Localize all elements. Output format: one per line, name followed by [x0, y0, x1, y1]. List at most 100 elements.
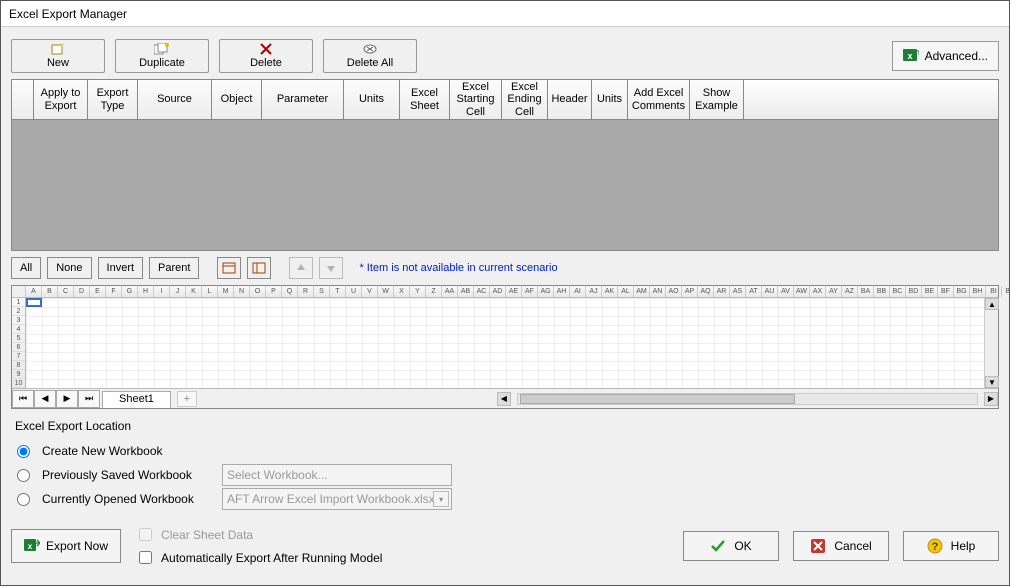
sheet-col-letter[interactable]: Y [410, 286, 426, 297]
sheet-row-number[interactable]: 2 [12, 307, 25, 316]
filter-all-button[interactable]: All [11, 257, 41, 279]
auto-export-checkbox[interactable] [139, 551, 152, 564]
grid-col-header[interactable]: Excel Sheet [400, 80, 450, 119]
new-button[interactable]: New [11, 39, 105, 73]
scroll-down-icon[interactable]: ▼ [985, 376, 999, 388]
sheet-tab-active[interactable]: Sheet1 [102, 391, 171, 408]
sheet-horizontal-scrollbar[interactable] [517, 393, 978, 405]
sheet-col-letter[interactable]: T [330, 286, 346, 297]
sheet-col-letter[interactable]: W [378, 286, 394, 297]
grid-col-header[interactable]: Excel Ending Cell [502, 80, 548, 119]
sheet-col-letter[interactable]: U [346, 286, 362, 297]
sheet-col-letter[interactable]: AT [746, 286, 762, 297]
sheet-row-number[interactable]: 8 [12, 361, 25, 370]
add-sheet-button[interactable]: + [177, 391, 197, 407]
sheet-col-letter[interactable]: G [122, 286, 138, 297]
sheet-nav-next[interactable]: ▶ [56, 390, 78, 408]
sheet-col-letter[interactable]: BA [858, 286, 874, 297]
sheet-cells[interactable] [26, 298, 984, 388]
sheet-col-letter[interactable]: AY [826, 286, 842, 297]
ok-button[interactable]: OK [683, 531, 779, 561]
sheet-col-letter[interactable]: BE [922, 286, 938, 297]
radio-create-new[interactable] [17, 445, 30, 458]
export-now-button[interactable]: x Export Now [11, 529, 121, 563]
sheet-col-letter[interactable]: AR [714, 286, 730, 297]
grid-col-header[interactable]: Source [138, 80, 212, 119]
sheet-col-letter[interactable]: C [58, 286, 74, 297]
sheet-row-number[interactable]: 3 [12, 316, 25, 325]
filter-invert-button[interactable]: Invert [98, 257, 144, 279]
sheet-col-letter[interactable]: V [362, 286, 378, 297]
cancel-button[interactable]: Cancel [793, 531, 889, 561]
sheet-row-number[interactable]: 6 [12, 343, 25, 352]
sheet-row-number[interactable]: 7 [12, 352, 25, 361]
help-button[interactable]: ? Help [903, 531, 999, 561]
sheet-col-letter[interactable]: AW [794, 286, 810, 297]
sheet-col-letter[interactable]: L [202, 286, 218, 297]
sheet-col-letter[interactable]: AZ [842, 286, 858, 297]
filter-parent-button[interactable]: Parent [149, 257, 199, 279]
move-down-button[interactable] [319, 257, 343, 279]
sheet-col-letter[interactable]: I [154, 286, 170, 297]
sheet-col-letter[interactable]: BF [938, 286, 954, 297]
sheet-row-number[interactable]: 5 [12, 334, 25, 343]
sheet-col-letter[interactable]: AV [778, 286, 794, 297]
sheet-col-letter[interactable]: AN [650, 286, 666, 297]
hscroll-left-icon[interactable]: ◀ [497, 392, 511, 406]
sheet-col-letter[interactable]: AI [570, 286, 586, 297]
sheet-col-letter[interactable]: AU [762, 286, 778, 297]
sheet-nav-first[interactable]: ⏮ [12, 390, 34, 408]
move-up-button[interactable] [289, 257, 313, 279]
duplicate-button[interactable]: Duplicate [115, 39, 209, 73]
sheet-nav-last[interactable]: ⏭ [78, 390, 100, 408]
sheet-row-number[interactable]: 1 [12, 298, 25, 307]
sheet-col-letter[interactable]: AC [474, 286, 490, 297]
sheet-vertical-scrollbar[interactable]: ▲ ▼ [984, 298, 998, 388]
sheet-col-letter[interactable]: X [394, 286, 410, 297]
sheet-col-letter[interactable]: Z [426, 286, 442, 297]
view-mode-2-button[interactable] [247, 257, 271, 279]
sheet-col-letter[interactable]: AX [810, 286, 826, 297]
radio-currently-opened[interactable] [17, 493, 30, 506]
sheet-col-letter[interactable]: BH [970, 286, 986, 297]
sheet-col-letter[interactable]: H [138, 286, 154, 297]
sheet-col-letter[interactable]: R [298, 286, 314, 297]
sheet-col-letter[interactable]: AS [730, 286, 746, 297]
sheet-nav-prev[interactable]: ◀ [34, 390, 56, 408]
sheet-col-letter[interactable]: AH [554, 286, 570, 297]
grid-col-header[interactable]: Show Example [690, 80, 744, 119]
grid-col-header[interactable]: Apply to Export [34, 80, 88, 119]
sheet-col-letter[interactable]: AM [634, 286, 650, 297]
radio-previously-saved[interactable] [17, 469, 30, 482]
sheet-col-letter[interactable]: O [250, 286, 266, 297]
sheet-col-letter[interactable]: AQ [698, 286, 714, 297]
sheet-col-letter[interactable]: BI [986, 286, 1002, 297]
grid-col-header[interactable]: Units [344, 80, 400, 119]
sheet-col-letter[interactable]: BG [954, 286, 970, 297]
sheet-col-letter[interactable]: BB [874, 286, 890, 297]
grid-col-header[interactable]: Object [212, 80, 262, 119]
sheet-col-letter[interactable]: AG [538, 286, 554, 297]
sheet-col-letter[interactable]: B [42, 286, 58, 297]
sheet-col-letter[interactable]: AP [682, 286, 698, 297]
view-mode-1-button[interactable] [217, 257, 241, 279]
sheet-col-letter[interactable]: M [218, 286, 234, 297]
delete-all-button[interactable]: Delete All [323, 39, 417, 73]
sheet-col-letter[interactable]: AJ [586, 286, 602, 297]
sheet-col-letter[interactable]: AO [666, 286, 682, 297]
grid-col-header[interactable]: Header [548, 80, 592, 119]
sheet-col-letter[interactable]: BJ [1002, 286, 1010, 297]
sheet-row-number[interactable]: 4 [12, 325, 25, 334]
hscroll-thumb[interactable] [520, 394, 795, 404]
sheet-col-letter[interactable]: E [90, 286, 106, 297]
sheet-col-letter[interactable]: D [74, 286, 90, 297]
sheet-col-letter[interactable]: AL [618, 286, 634, 297]
grid-col-header[interactable]: Excel Starting Cell [450, 80, 502, 119]
sheet-col-letter[interactable]: S [314, 286, 330, 297]
sheet-row-number[interactable]: 10 [12, 379, 25, 388]
sheet-col-letter[interactable]: AK [602, 286, 618, 297]
sheet-col-letter[interactable]: AD [490, 286, 506, 297]
grid-col-header[interactable]: Add Excel Comments [628, 80, 690, 119]
sheet-col-letter[interactable]: BD [906, 286, 922, 297]
sheet-col-letter[interactable]: AF [522, 286, 538, 297]
